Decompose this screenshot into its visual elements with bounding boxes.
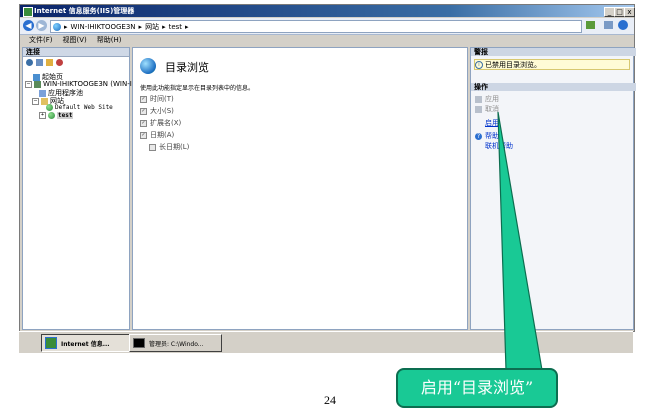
callout-pointer xyxy=(497,111,543,371)
page-number: 24 xyxy=(324,393,336,407)
callout-arrow xyxy=(497,111,543,371)
callout-label: 启用“目录浏览” xyxy=(396,368,558,408)
